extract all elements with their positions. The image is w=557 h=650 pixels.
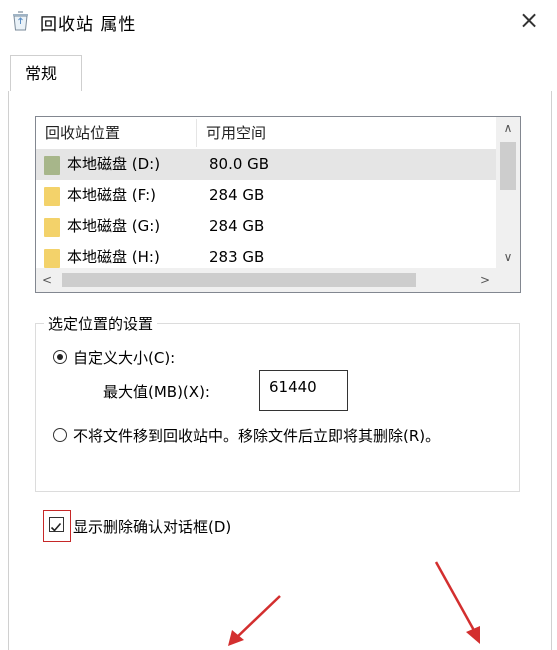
column-header-location[interactable]: 回收站位置	[45, 117, 195, 149]
list-item[interactable]: 本地磁盘 (D:) 80.0 GB	[36, 149, 496, 180]
horizontal-scroll-thumb[interactable]	[62, 273, 416, 287]
drive-icon	[44, 249, 60, 268]
drive-free-space: 284 GB	[209, 217, 265, 235]
drive-name: 本地磁盘 (D:)	[67, 155, 161, 173]
max-size-input[interactable]: 61440	[259, 370, 348, 411]
column-separator[interactable]	[196, 119, 197, 147]
drive-free-space: 284 GB	[209, 186, 265, 204]
radio-selected-dot	[56, 353, 63, 360]
list-item[interactable]: 本地磁盘 (G:) 284 GB	[36, 211, 496, 242]
window-title: 回收站 属性	[40, 15, 137, 35]
drive-name: 本地磁盘 (G:)	[67, 217, 161, 235]
drive-icon	[44, 187, 60, 206]
drive-name: 本地磁盘 (F:)	[67, 186, 156, 204]
checkbox-box	[49, 517, 64, 532]
tab-general[interactable]: 常规	[10, 55, 82, 92]
horizontal-scrollbar[interactable]: < >	[36, 268, 496, 292]
vertical-scrollbar[interactable]: ∧ ∨	[496, 117, 520, 268]
scroll-left-icon[interactable]: <	[36, 268, 58, 292]
list-header: 回收站位置 可用空间	[36, 117, 496, 150]
scrollbar-corner	[496, 268, 520, 292]
custom-size-label: 自定义大小(C):	[73, 349, 176, 367]
vertical-scroll-thumb[interactable]	[500, 142, 516, 190]
list-item[interactable]: 本地磁盘 (F:) 284 GB	[36, 180, 496, 211]
list-rows: 本地磁盘 (D:) 80.0 GB 本地磁盘 (F:) 284 GB 本地磁盘 …	[36, 149, 496, 273]
checkmark-icon	[50, 522, 62, 532]
drive-icon	[44, 218, 60, 237]
title-bar: 回收站 属性 ×	[0, 0, 557, 44]
settings-group-title: 选定位置的设置	[44, 313, 158, 334]
drive-free-space: 80.0 GB	[209, 155, 270, 173]
column-header-free-space[interactable]: 可用空间	[206, 117, 356, 149]
confirm-delete-checkbox[interactable]	[43, 510, 71, 542]
scroll-up-icon[interactable]: ∧	[496, 117, 520, 139]
close-button[interactable]: ×	[515, 6, 543, 34]
no-recycle-label: 不将文件移到回收站中。移除文件后立即将其删除(R)。	[73, 427, 441, 445]
max-size-label: 最大值(MB)(X):	[103, 383, 210, 401]
recycle-location-list[interactable]: 回收站位置 可用空间 本地磁盘 (D:) 80.0 GB 本地磁盘 (F:) 2…	[35, 116, 521, 293]
recycle-bin-icon	[13, 11, 28, 31]
no-recycle-radio[interactable]	[53, 428, 67, 442]
scroll-down-icon[interactable]: ∨	[496, 246, 520, 268]
drive-icon	[44, 156, 60, 175]
scroll-right-icon[interactable]: >	[474, 268, 496, 292]
custom-size-radio[interactable]	[53, 350, 67, 364]
confirm-delete-label: 显示删除确认对话框(D)	[73, 518, 232, 536]
